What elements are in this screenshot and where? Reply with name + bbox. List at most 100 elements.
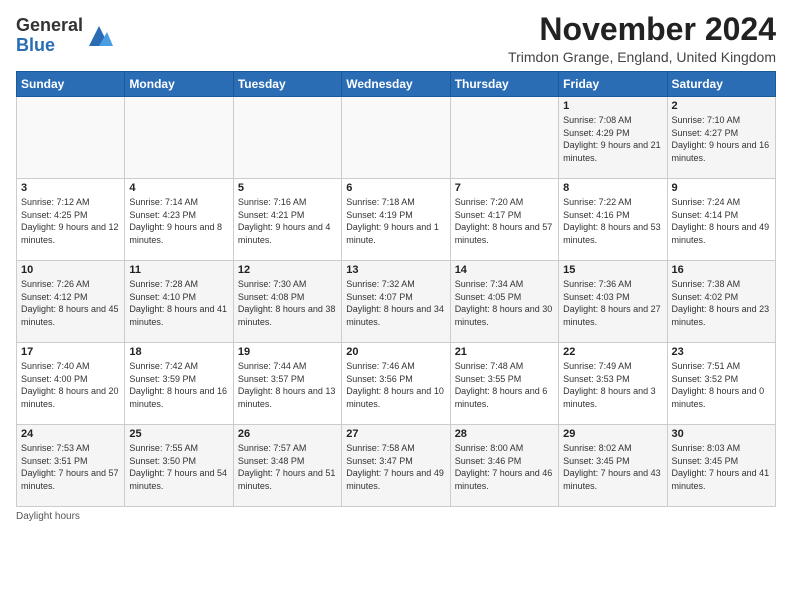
day-num-1-6: 9 xyxy=(672,182,771,194)
day-info-4-3: Sunrise: 7:58 AM Sunset: 3:47 PM Dayligh… xyxy=(346,442,445,492)
day-num-3-2: 19 xyxy=(238,346,337,358)
col-tuesday: Tuesday xyxy=(233,72,341,97)
day-num-4-6: 30 xyxy=(672,428,771,440)
cell-2-5: 15 Sunrise: 7:36 AM Sunset: 4:03 PM Dayli… xyxy=(559,261,667,343)
cell-1-5: 8 Sunrise: 7:22 AM Sunset: 4:16 PM Daylig… xyxy=(559,179,667,261)
cell-0-0 xyxy=(17,97,125,179)
cell-3-6: 23 Sunrise: 7:51 AM Sunset: 3:52 PM Dayli… xyxy=(667,343,775,425)
cell-0-1 xyxy=(125,97,233,179)
location: Trimdon Grange, England, United Kingdom xyxy=(508,49,776,65)
calendar-header-row: Sunday Monday Tuesday Wednesday Thursday… xyxy=(17,72,776,97)
day-info-3-3: Sunrise: 7:46 AM Sunset: 3:56 PM Dayligh… xyxy=(346,360,445,410)
cell-4-4: 28 Sunrise: 8:00 AM Sunset: 3:46 PM Dayli… xyxy=(450,425,558,507)
day-num-1-1: 4 xyxy=(129,182,228,194)
col-thursday: Thursday xyxy=(450,72,558,97)
day-num-2-3: 13 xyxy=(346,264,445,276)
day-info-4-0: Sunrise: 7:53 AM Sunset: 3:51 PM Dayligh… xyxy=(21,442,120,492)
day-info-1-6: Sunrise: 7:24 AM Sunset: 4:14 PM Dayligh… xyxy=(672,196,771,246)
header: General Blue November 2024 Trimdon Grang… xyxy=(16,12,776,65)
cell-4-3: 27 Sunrise: 7:58 AM Sunset: 3:47 PM Dayli… xyxy=(342,425,450,507)
day-num-1-0: 3 xyxy=(21,182,120,194)
day-num-4-4: 28 xyxy=(455,428,554,440)
cell-1-3: 6 Sunrise: 7:18 AM Sunset: 4:19 PM Daylig… xyxy=(342,179,450,261)
cell-3-5: 22 Sunrise: 7:49 AM Sunset: 3:53 PM Dayli… xyxy=(559,343,667,425)
cell-2-1: 11 Sunrise: 7:28 AM Sunset: 4:10 PM Dayli… xyxy=(125,261,233,343)
col-wednesday: Wednesday xyxy=(342,72,450,97)
day-info-3-0: Sunrise: 7:40 AM Sunset: 4:00 PM Dayligh… xyxy=(21,360,120,410)
cell-3-0: 17 Sunrise: 7:40 AM Sunset: 4:00 PM Dayli… xyxy=(17,343,125,425)
day-num-2-1: 11 xyxy=(129,264,228,276)
day-num-1-3: 6 xyxy=(346,182,445,194)
day-num-3-3: 20 xyxy=(346,346,445,358)
day-num-3-5: 22 xyxy=(563,346,662,358)
cell-4-6: 30 Sunrise: 8:03 AM Sunset: 3:45 PM Dayli… xyxy=(667,425,775,507)
cell-2-0: 10Sunrise: 7:26 AM Sunset: 4:12 PM Dayli… xyxy=(17,261,125,343)
cell-1-6: 9 Sunrise: 7:24 AM Sunset: 4:14 PM Daylig… xyxy=(667,179,775,261)
day-num-3-6: 23 xyxy=(672,346,771,358)
day-num-2-2: 12 xyxy=(238,264,337,276)
cell-2-4: 14 Sunrise: 7:34 AM Sunset: 4:05 PM Dayli… xyxy=(450,261,558,343)
day-num-3-0: 17 xyxy=(21,346,120,358)
day-info-0-5: Sunrise: 7:08 AM Sunset: 4:29 PM Dayligh… xyxy=(563,114,662,164)
page: General Blue November 2024 Trimdon Grang… xyxy=(0,0,792,612)
day-info-3-1: Sunrise: 7:42 AM Sunset: 3:59 PM Dayligh… xyxy=(129,360,228,410)
cell-0-2 xyxy=(233,97,341,179)
day-info-2-5: Sunrise: 7:36 AM Sunset: 4:03 PM Dayligh… xyxy=(563,278,662,328)
day-info-1-4: Sunrise: 7:20 AM Sunset: 4:17 PM Dayligh… xyxy=(455,196,554,246)
day-num-1-2: 5 xyxy=(238,182,337,194)
day-info-2-4: Sunrise: 7:34 AM Sunset: 4:05 PM Dayligh… xyxy=(455,278,554,328)
week-row-0: 1Sunrise: 7:08 AM Sunset: 4:29 PM Daylig… xyxy=(17,97,776,179)
cell-3-1: 18 Sunrise: 7:42 AM Sunset: 3:59 PM Dayli… xyxy=(125,343,233,425)
col-sunday: Sunday xyxy=(17,72,125,97)
day-num-2-0: 10 xyxy=(21,264,120,276)
week-row-1: 3 Sunrise: 7:12 AM Sunset: 4:25 PM Daylig… xyxy=(17,179,776,261)
day-info-1-3: Sunrise: 7:18 AM Sunset: 4:19 PM Dayligh… xyxy=(346,196,445,246)
cell-0-3 xyxy=(342,97,450,179)
week-row-4: 24Sunrise: 7:53 AM Sunset: 3:51 PM Dayli… xyxy=(17,425,776,507)
day-info-4-2: Sunrise: 7:57 AM Sunset: 3:48 PM Dayligh… xyxy=(238,442,337,492)
cell-1-4: 7Sunrise: 7:20 AM Sunset: 4:17 PM Daylig… xyxy=(450,179,558,261)
cell-3-3: 20 Sunrise: 7:46 AM Sunset: 3:56 PM Dayli… xyxy=(342,343,450,425)
day-info-2-2: Sunrise: 7:30 AM Sunset: 4:08 PM Dayligh… xyxy=(238,278,337,328)
day-info-3-5: Sunrise: 7:49 AM Sunset: 3:53 PM Dayligh… xyxy=(563,360,662,410)
cell-4-1: 25 Sunrise: 7:55 AM Sunset: 3:50 PM Dayli… xyxy=(125,425,233,507)
day-num-3-1: 18 xyxy=(129,346,228,358)
logo-text: General Blue xyxy=(16,16,83,56)
cell-1-0: 3 Sunrise: 7:12 AM Sunset: 4:25 PM Daylig… xyxy=(17,179,125,261)
cell-1-2: 5Sunrise: 7:16 AM Sunset: 4:21 PM Daylig… xyxy=(233,179,341,261)
day-num-1-5: 8 xyxy=(563,182,662,194)
logo-general: General xyxy=(16,15,83,35)
day-num-3-4: 21 xyxy=(455,346,554,358)
day-info-4-6: Sunrise: 8:03 AM Sunset: 3:45 PM Dayligh… xyxy=(672,442,771,492)
week-row-2: 10Sunrise: 7:26 AM Sunset: 4:12 PM Dayli… xyxy=(17,261,776,343)
logo-blue: Blue xyxy=(16,35,55,55)
calendar: Sunday Monday Tuesday Wednesday Thursday… xyxy=(16,71,776,507)
title-block: November 2024 Trimdon Grange, England, U… xyxy=(508,12,776,65)
footer-note: Daylight hours xyxy=(16,511,776,522)
month-title: November 2024 xyxy=(508,12,776,47)
cell-4-2: 26Sunrise: 7:57 AM Sunset: 3:48 PM Dayli… xyxy=(233,425,341,507)
day-num-2-4: 14 xyxy=(455,264,554,276)
cell-0-5: 1Sunrise: 7:08 AM Sunset: 4:29 PM Daylig… xyxy=(559,97,667,179)
day-info-3-4: Sunrise: 7:48 AM Sunset: 3:55 PM Dayligh… xyxy=(455,360,554,410)
cell-2-6: 16Sunrise: 7:38 AM Sunset: 4:02 PM Dayli… xyxy=(667,261,775,343)
cell-4-5: 29Sunrise: 8:02 AM Sunset: 3:45 PM Dayli… xyxy=(559,425,667,507)
day-info-4-5: Sunrise: 8:02 AM Sunset: 3:45 PM Dayligh… xyxy=(563,442,662,492)
cell-3-4: 21 Sunrise: 7:48 AM Sunset: 3:55 PM Dayli… xyxy=(450,343,558,425)
day-info-2-1: Sunrise: 7:28 AM Sunset: 4:10 PM Dayligh… xyxy=(129,278,228,328)
day-info-3-6: Sunrise: 7:51 AM Sunset: 3:52 PM Dayligh… xyxy=(672,360,771,410)
col-monday: Monday xyxy=(125,72,233,97)
day-num-4-3: 27 xyxy=(346,428,445,440)
day-info-1-0: Sunrise: 7:12 AM Sunset: 4:25 PM Dayligh… xyxy=(21,196,120,246)
week-row-3: 17 Sunrise: 7:40 AM Sunset: 4:00 PM Dayli… xyxy=(17,343,776,425)
cell-0-4 xyxy=(450,97,558,179)
day-info-1-5: Sunrise: 7:22 AM Sunset: 4:16 PM Dayligh… xyxy=(563,196,662,246)
cell-2-2: 12 Sunrise: 7:30 AM Sunset: 4:08 PM Dayli… xyxy=(233,261,341,343)
day-info-1-1: Sunrise: 7:14 AM Sunset: 4:23 PM Dayligh… xyxy=(129,196,228,246)
day-num-4-1: 25 xyxy=(129,428,228,440)
daylight-label: Daylight hours xyxy=(16,511,80,522)
day-info-4-1: Sunrise: 7:55 AM Sunset: 3:50 PM Dayligh… xyxy=(129,442,228,492)
day-info-4-4: Sunrise: 8:00 AM Sunset: 3:46 PM Dayligh… xyxy=(455,442,554,492)
day-info-2-3: Sunrise: 7:32 AM Sunset: 4:07 PM Dayligh… xyxy=(346,278,445,328)
day-num-2-5: 15 xyxy=(563,264,662,276)
